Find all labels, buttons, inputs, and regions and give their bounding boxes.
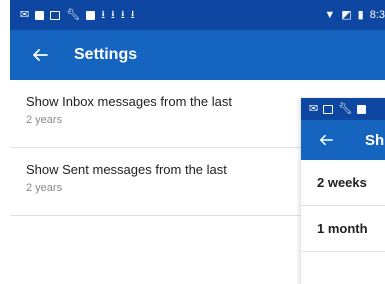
- download-icon: ⭳: [111, 9, 115, 21]
- back-arrow-icon[interactable]: [317, 131, 335, 149]
- overlay-title: Sh: [365, 131, 385, 149]
- overlay-status-bar: ✉ 🔧︎: [301, 98, 385, 120]
- download-icon: ⭳: [130, 9, 135, 21]
- email-icon: ✉: [20, 9, 30, 21]
- download-icon: ⭳: [120, 9, 125, 21]
- briefcase-icon: [357, 104, 367, 114]
- option-1-month[interactable]: 1 month: [301, 206, 385, 252]
- battery-icon: ▮: [357, 9, 364, 21]
- wifi-icon: ▼: [324, 9, 336, 21]
- period-picker-screen: ✉ 🔧︎ Sh 2 weeks 1 month: [301, 98, 385, 284]
- no-signal-icon: ◩: [341, 9, 352, 21]
- message-icon: [35, 10, 45, 20]
- sim-icon: [323, 104, 334, 114]
- email-icon: ✉: [309, 103, 319, 115]
- wrench-icon: 🔧︎: [66, 9, 81, 21]
- back-arrow-icon[interactable]: [28, 43, 52, 67]
- wrench-icon: 🔧︎: [338, 103, 353, 115]
- status-time: 8:3: [369, 9, 385, 21]
- overlay-app-bar: Sh: [301, 120, 385, 160]
- page-title: Settings: [74, 46, 138, 63]
- sim-icon: [50, 10, 61, 20]
- status-bar-system: ▼ ◩ ▮ 8:3: [324, 0, 385, 30]
- download-icon: ⭳: [101, 9, 106, 21]
- status-bar: ✉ 🔧︎ ⭳ ⭳ ⭳ ⭳ ▼ ◩ ▮ 8:3: [10, 0, 385, 30]
- app-bar: Settings: [10, 30, 385, 80]
- briefcase-icon: [86, 10, 96, 20]
- option-2-weeks[interactable]: 2 weeks: [301, 160, 385, 206]
- status-bar-notifications: ✉ 🔧︎ ⭳ ⭳ ⭳ ⭳: [10, 9, 141, 21]
- screenshot-stage: ✉ 🔧︎ ⭳ ⭳ ⭳ ⭳ ▼ ◩ ▮ 8:3 Settings Show Inb…: [0, 0, 385, 284]
